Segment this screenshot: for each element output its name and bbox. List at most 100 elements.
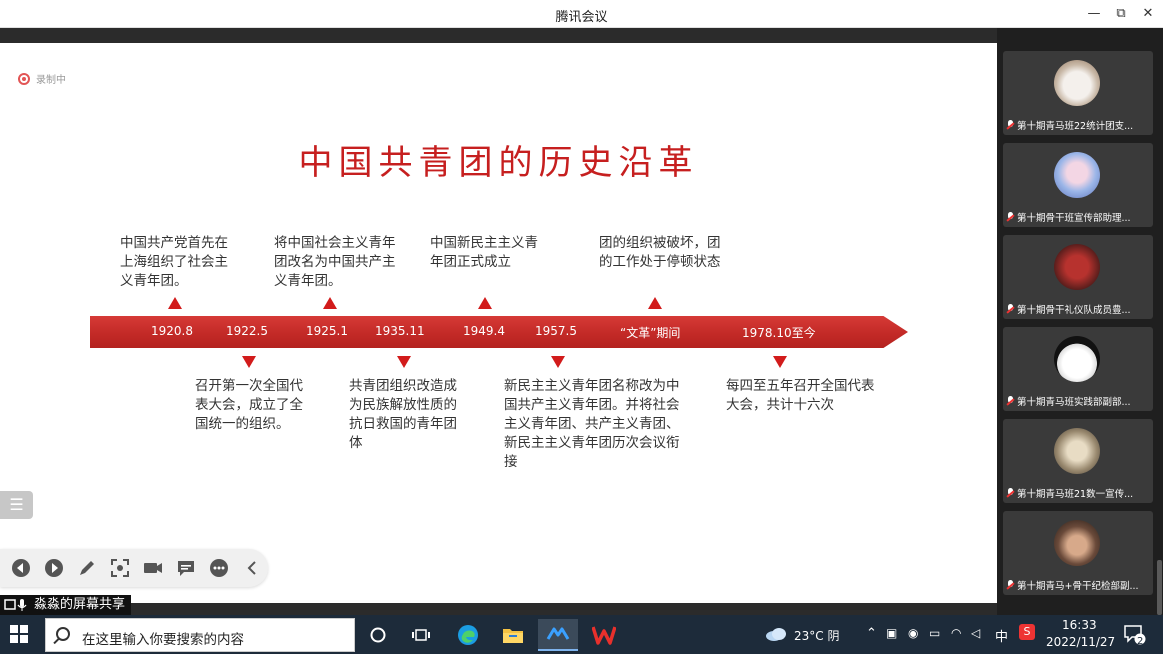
timeline-note-above-4: 团的组织被破坏，团的工作处于停顿状态: [599, 235, 721, 270]
avatar: [1054, 520, 1100, 566]
focus-button[interactable]: [107, 556, 132, 581]
participant-name: 第十期青马班实践部副部...: [1017, 397, 1131, 408]
cortana-icon: [370, 627, 386, 643]
focus-icon: [110, 559, 129, 577]
taskbar-search[interactable]: 在这里输入你要搜索的内容: [45, 618, 355, 652]
search-placeholder: 在这里输入你要搜索的内容: [82, 632, 244, 648]
mic-muted-icon: [1006, 487, 1015, 499]
timeline-note-above-1: 中国共产党首先在上海组织了社会主义青年团。: [120, 235, 228, 289]
sogou-ime-icon[interactable]: S: [1019, 624, 1035, 640]
next-icon: [44, 559, 63, 577]
more-button[interactable]: [206, 556, 231, 581]
collapse-toolbar-button[interactable]: [239, 556, 264, 581]
clock-time[interactable]: 16:33: [1062, 618, 1097, 632]
screen-share-label: 淼淼的屏幕共享: [0, 595, 132, 615]
arrow-down-marker: [397, 356, 411, 368]
wifi-icon[interactable]: ◠: [951, 626, 961, 640]
chat-icon: [177, 561, 194, 576]
weather-cloud-icon: [766, 628, 786, 641]
previous-slide-button[interactable]: [8, 556, 33, 581]
tencent-meeting-button[interactable]: [538, 619, 578, 651]
close-button[interactable]: ✕: [1135, 4, 1161, 24]
clock-date[interactable]: 2022/11/27: [1046, 635, 1115, 649]
presentation-toolbar: [0, 549, 268, 587]
next-slide-button[interactable]: [41, 556, 66, 581]
weather-text[interactable]: 23°C 阴: [794, 627, 839, 644]
timeline-note-below-4: 每四至五年召开全国代表大会，共计十六次: [726, 378, 875, 413]
timeline-note-below-1: 召开第一次全国代表大会，成立了全国统一的组织。: [195, 378, 303, 432]
timeline-note-above-3: 中国新民主主义青年团正式成立: [430, 235, 538, 270]
camera-icon: [143, 563, 162, 573]
edge-button[interactable]: [448, 619, 488, 651]
arrow-up-marker: [168, 297, 182, 309]
arrow-up-marker: [648, 297, 662, 309]
previous-icon: [11, 559, 30, 577]
slide-list-button[interactable]: ☰: [0, 491, 33, 519]
minimize-button[interactable]: —: [1081, 4, 1107, 24]
timeline-date: 1925.1: [306, 324, 348, 338]
avatar: [1054, 244, 1100, 290]
participant-tile[interactable]: 第十期青马班21数一宣传...: [1003, 419, 1153, 503]
file-explorer-button[interactable]: [493, 619, 533, 651]
participant-panel: 第十期青马班22统计团支... 第十期骨干班宣传部助理... 第十期骨干礼仪队成…: [997, 28, 1163, 615]
participant-name: 第十期青马班21数一宣传...: [1017, 489, 1134, 500]
restore-button[interactable]: ⧉: [1108, 4, 1134, 24]
participant-tile[interactable]: 第十期青马班22统计团支...: [1003, 51, 1153, 135]
battery-icon[interactable]: ▭: [929, 626, 940, 640]
cortana-button[interactable]: [358, 619, 398, 651]
more-icon: [209, 559, 228, 577]
participant-name: 第十期骨干班宣传部助理...: [1017, 213, 1131, 224]
pen-icon: [79, 561, 94, 575]
timeline-date: 1957.5: [535, 324, 577, 338]
participant-tile[interactable]: 第十期骨干礼仪队成员豊...: [1003, 235, 1153, 319]
avatar: [1054, 152, 1100, 198]
camera-button[interactable]: [140, 556, 165, 581]
show-hidden-icons-button[interactable]: ⌃: [866, 626, 877, 641]
timeline-date: 1922.5: [226, 324, 268, 338]
wps-button[interactable]: [584, 619, 624, 651]
timeline-date: 1949.4: [463, 324, 505, 338]
notification-count: 2: [1137, 636, 1144, 647]
mic-muted-icon: [1006, 211, 1015, 223]
window-titlebar: 腾讯会议 — ⧉ ✕: [0, 0, 1163, 28]
mic-muted-icon: [1006, 579, 1015, 591]
avatar: [1054, 336, 1100, 382]
avatar: [1054, 60, 1100, 106]
timeline-note-below-2: 共青团组织改造成为民族解放性质的抗日救国的青年团体: [349, 378, 457, 451]
wps-icon: [592, 626, 616, 645]
slide-title: 中国共青团的历史沿革: [298, 143, 699, 183]
ime-indicator[interactable]: 中: [995, 626, 1008, 645]
arrow-down-marker: [242, 356, 256, 368]
participant-tile[interactable]: 第十期青马班实践部副部...: [1003, 327, 1153, 411]
windows-taskbar: 在这里输入你要搜索的内容 23°C 阴 ⌃ ▣ ◉ ▭ ◠ ◁ 中 S 16:3…: [0, 615, 1163, 654]
window-title: 腾讯会议: [555, 10, 608, 25]
search-icon: [56, 627, 70, 641]
start-button[interactable]: [10, 625, 28, 643]
tray-app-icon[interactable]: ▣: [886, 626, 897, 640]
presentation-slide: 录制中 中国共青团的历史沿革 中国共产党首先在上海组织了社会主义青年团。 将中国…: [0, 43, 997, 603]
timeline-note-above-2: 将中国社会主义青年团改名为中国共产主义青年团。: [274, 235, 396, 289]
timeline-date: 1920.8: [151, 324, 193, 338]
tray-app-icon[interactable]: ◉: [908, 626, 918, 640]
chat-button[interactable]: [173, 556, 198, 581]
pen-button[interactable]: [74, 556, 99, 581]
edge-icon: [458, 625, 478, 645]
participant-name: 第十期骨干礼仪队成员豊...: [1017, 305, 1131, 316]
timeline-date: “文革”期间: [620, 326, 681, 340]
mic-muted-icon: [1006, 395, 1015, 407]
participant-tile[interactable]: 第十期骨干班宣传部助理...: [1003, 143, 1153, 227]
volume-icon[interactable]: ◁: [971, 626, 980, 640]
timeline-date: 1978.10至今: [742, 326, 816, 340]
avatar: [1054, 428, 1100, 474]
participant-name: 第十期青马+骨干纪检部副...: [1017, 581, 1139, 592]
task-view-icon: [412, 629, 430, 641]
mic-muted-icon: [1006, 119, 1015, 131]
timeline-date: 1935.11: [375, 324, 425, 338]
start-icon: [10, 625, 18, 633]
participant-tile[interactable]: 第十期青马+骨干纪检部副...: [1003, 511, 1153, 595]
recording-icon: [18, 72, 30, 85]
panel-scrollbar[interactable]: [1157, 560, 1162, 615]
task-view-button[interactable]: [401, 619, 441, 651]
shared-screen: 录制中 中国共青团的历史沿革 中国共产党首先在上海组织了社会主义青年团。 将中国…: [0, 28, 997, 615]
arrow-up-marker: [323, 297, 337, 309]
